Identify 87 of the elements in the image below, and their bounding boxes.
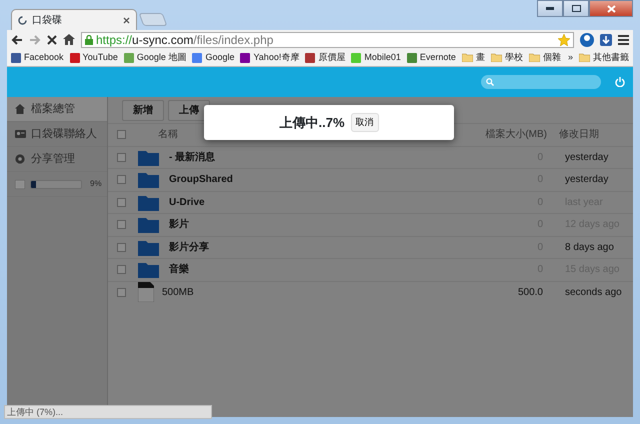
bookmark-link[interactable]: 個雜 (528, 50, 561, 64)
address-bar[interactable]: https://u-sync.com/files/index.php (81, 32, 574, 48)
folder-icon (138, 194, 159, 211)
file-name[interactable]: 影片 (169, 217, 189, 232)
new-tab-button[interactable] (138, 13, 168, 26)
file-name[interactable]: 500MB (162, 284, 194, 300)
home-icon (15, 104, 26, 114)
row-checkbox[interactable] (117, 152, 126, 162)
folder-icon (138, 148, 159, 166)
bookmark-link[interactable]: 原價屋 (305, 50, 346, 64)
folder-icon (138, 238, 159, 256)
sidebar-item[interactable]: 檔案總管 (7, 97, 107, 122)
bookmark-link[interactable]: YouTube (70, 50, 118, 64)
upload-message: 上傳中..7% (279, 114, 344, 132)
folder-icon (138, 216, 159, 234)
bookmark-icon (124, 52, 134, 62)
bookmark-icon (11, 52, 21, 62)
status-bubble: 上傳中 (7%)... (4, 405, 212, 419)
file-icon (138, 282, 154, 302)
column-header: 修改日期 (558, 128, 600, 142)
file-name[interactable]: 影片分享 (169, 240, 209, 255)
file-name[interactable]: 音樂 (169, 262, 189, 278)
bookmark-link[interactable]: 畫 (462, 50, 485, 64)
bookmark-link[interactable]: 其他書籤 (579, 50, 629, 64)
search-icon (486, 78, 494, 86)
column-header: 名稱 (157, 128, 179, 142)
row-checkbox[interactable] (117, 198, 126, 207)
bookmark-icon (406, 52, 417, 62)
select-all-checkbox[interactable] (117, 130, 126, 140)
bookmark-icon (192, 52, 202, 62)
bookmark-link[interactable]: Google 地圖 (124, 50, 186, 64)
row-checkbox[interactable] (117, 242, 126, 252)
more-bookmarks-button[interactable]: » (568, 50, 573, 64)
download-icon[interactable] (600, 34, 612, 46)
bookmark-link[interactable]: Mobile01 (351, 50, 401, 64)
file-name[interactable]: U-Drive (169, 194, 205, 210)
bookmark-link[interactable]: 學校 (490, 50, 523, 64)
bookmark-icon (305, 52, 316, 62)
close-button[interactable] (589, 0, 633, 17)
tab-title: 口袋碟 (32, 14, 63, 28)
row-checkbox[interactable] (117, 265, 126, 274)
bookmark-link[interactable]: Facebook (11, 50, 64, 64)
maximize-button[interactable] (563, 0, 589, 17)
bookmark-link[interactable]: Yahoo!奇摩 (240, 50, 300, 64)
file-name[interactable]: - 最新消息 (169, 150, 216, 165)
minimize-icon (546, 7, 554, 10)
bookmark-icon (70, 52, 80, 62)
toolbar-button[interactable]: 新增 (122, 100, 164, 120)
maximize-icon (572, 5, 580, 12)
search-field[interactable] (481, 75, 601, 89)
close-icon[interactable] (123, 16, 130, 24)
file-size: 500.0 (516, 286, 544, 300)
folder-icon (138, 261, 159, 278)
modified-date: yesterday (564, 173, 610, 188)
folder-icon (528, 53, 540, 62)
toolbar-button[interactable]: 上傳 (168, 100, 210, 120)
row-checkbox[interactable] (117, 175, 126, 184)
file-name[interactable]: GroupShared (169, 172, 233, 188)
bookmark-icon (240, 52, 250, 62)
bookmark-link[interactable]: Evernote (406, 50, 456, 64)
url-text: https://u-sync.com/files/index.php (96, 32, 274, 48)
storage-reading: 9% (90, 178, 102, 190)
cancel-button[interactable]: 取消 (350, 112, 378, 132)
folder-icon (138, 171, 159, 188)
minimize-button[interactable] (537, 0, 563, 17)
row-checkbox[interactable] (117, 220, 126, 230)
browser-tab[interactable]: 口袋碟 (11, 9, 137, 30)
folder-icon (462, 53, 473, 62)
folder-icon (579, 53, 590, 62)
close-icon (606, 4, 616, 12)
stop-icon[interactable] (47, 34, 57, 44)
forward-icon[interactable] (29, 34, 41, 46)
column-header: 檔案大小(MB) (484, 128, 548, 142)
modified-date: yesterday (564, 150, 610, 165)
back-icon[interactable] (11, 34, 23, 46)
row-checkbox[interactable] (117, 288, 126, 297)
folder-icon (490, 53, 502, 62)
star-icon[interactable] (558, 34, 570, 46)
lock-icon (85, 34, 93, 44)
home-icon[interactable] (63, 34, 75, 45)
menu-icon[interactable] (618, 34, 629, 44)
bookmark-icon (351, 52, 362, 62)
modified-date: seconds ago (564, 286, 623, 300)
modified-date: 8 days ago (564, 240, 615, 255)
bookmark-link[interactable]: Google (192, 50, 234, 64)
power-icon[interactable] (615, 77, 625, 87)
contact-card-icon (15, 129, 26, 139)
